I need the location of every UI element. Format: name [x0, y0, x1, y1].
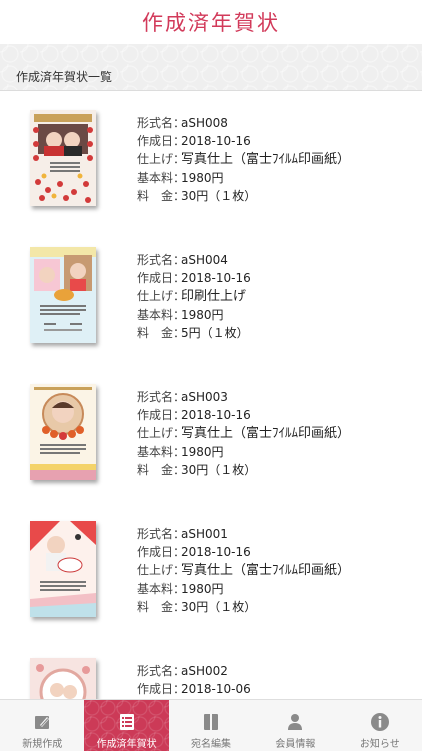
- card-thumbnail[interactable]: [30, 658, 96, 699]
- list-icon: [119, 714, 134, 730]
- date-label: 作成日：: [137, 545, 186, 559]
- finish-label: 仕上げ：: [137, 289, 186, 303]
- base-fee-label: 基本料：: [137, 582, 186, 596]
- base-fee-value: 1980円: [181, 582, 224, 596]
- card-thumbnail[interactable]: [30, 110, 96, 206]
- date-value: 2018-10-16: [181, 271, 251, 285]
- format-label: 形式名：: [137, 527, 186, 541]
- finish-label: 仕上げ：: [137, 152, 186, 166]
- card-info: 形式名：aSH001 作成日：2018-10-16 仕上げ：写真仕上（富士ﾌｲﾙ…: [137, 525, 350, 616]
- fee-value: 30円（１枚）: [181, 600, 257, 614]
- fee-label: 料 金：: [137, 600, 186, 614]
- format-value: aSH002: [181, 664, 228, 678]
- info-icon: [370, 713, 389, 731]
- date-label: 作成日：: [137, 408, 186, 422]
- tab-member-info[interactable]: 会員情報: [253, 700, 337, 751]
- fee-label: 料 金：: [137, 189, 186, 203]
- finish-label: 仕上げ：: [137, 426, 186, 440]
- date-value: 2018-10-16: [181, 545, 251, 559]
- page-title: 作成済年賀状: [142, 11, 280, 35]
- finish-label: 仕上げ：: [137, 563, 186, 577]
- finish-value: 写真仕上（富士ﾌｲﾙﾑ印画紙）: [181, 426, 351, 441]
- section-title: 作成済年賀状一覧: [16, 70, 113, 84]
- tab-label: 作成済年賀状: [96, 739, 157, 750]
- date-label: 作成日：: [137, 271, 186, 285]
- card-thumbnail[interactable]: [30, 521, 96, 617]
- tab-address-edit[interactable]: 宛名編集: [169, 700, 253, 751]
- pencil-icon: [35, 716, 50, 729]
- fee-label: 料 金：: [137, 326, 186, 340]
- format-label: 形式名：: [137, 116, 186, 130]
- card-list[interactable]: 形式名：aSH008 作成日：2018-10-16 仕上げ：写真仕上（富士ﾌｲﾙ…: [0, 91, 422, 699]
- person-icon: [288, 714, 303, 730]
- finish-value: 印刷仕上げ: [181, 289, 247, 304]
- section-header: 作成済年賀状一覧: [0, 44, 422, 91]
- base-fee-label: 基本料：: [137, 445, 186, 459]
- format-value: aSH008: [181, 116, 228, 130]
- date-value: 2018-10-16: [181, 134, 251, 148]
- base-fee-label: 基本料：: [137, 171, 186, 185]
- tab-label: 宛名編集: [191, 739, 232, 750]
- fee-value: 30円（１枚）: [181, 189, 257, 203]
- list-item[interactable]: 形式名：aSH004 作成日：2018-10-16 仕上げ：印刷仕上げ 基本料：…: [0, 228, 422, 366]
- fee-label: 料 金：: [137, 463, 186, 477]
- date-label: 作成日：: [137, 134, 186, 148]
- format-label: 形式名：: [137, 390, 186, 404]
- base-fee-value: 1980円: [181, 445, 224, 459]
- card-info: 形式名：aSH008 作成日：2018-10-16 仕上げ：写真仕上（富士ﾌｲﾙ…: [137, 114, 350, 205]
- fee-value: 5円（１枚）: [181, 326, 249, 340]
- date-value: 2018-10-16: [181, 408, 251, 422]
- card-info: 形式名：aSH004 作成日：2018-10-16 仕上げ：印刷仕上げ 基本料：…: [137, 251, 251, 342]
- format-label: 形式名：: [137, 664, 186, 678]
- format-value: aSH004: [181, 253, 228, 267]
- address-book-icon: [204, 714, 219, 730]
- tab-label: お知らせ: [359, 739, 400, 750]
- list-item[interactable]: 形式名：aSH002 作成日：2018-10-06: [0, 639, 422, 699]
- base-fee-value: 1980円: [181, 171, 224, 185]
- finish-value: 写真仕上（富士ﾌｲﾙﾑ印画紙）: [181, 152, 351, 167]
- fee-value: 30円（１枚）: [181, 463, 257, 477]
- list-item[interactable]: 形式名：aSH001 作成日：2018-10-16 仕上げ：写真仕上（富士ﾌｲﾙ…: [0, 502, 422, 640]
- finish-value: 写真仕上（富士ﾌｲﾙﾑ印画紙）: [181, 563, 351, 578]
- format-value: aSH001: [181, 527, 228, 541]
- card-thumbnail[interactable]: [30, 247, 96, 343]
- tab-label: 会員情報: [275, 739, 316, 750]
- tab-created-cards[interactable]: 作成済年賀状: [84, 700, 169, 751]
- app-header: 作成済年賀状: [0, 0, 422, 44]
- list-item[interactable]: 形式名：aSH003 作成日：2018-10-16 仕上げ：写真仕上（富士ﾌｲﾙ…: [0, 365, 422, 503]
- base-fee-label: 基本料：: [137, 308, 186, 322]
- format-value: aSH003: [181, 390, 228, 404]
- tab-label: 新規作成: [22, 739, 63, 750]
- format-label: 形式名：: [137, 253, 186, 267]
- base-fee-value: 1980円: [181, 308, 224, 322]
- list-item[interactable]: 形式名：aSH008 作成日：2018-10-16 仕上げ：写真仕上（富士ﾌｲﾙ…: [0, 91, 422, 229]
- date-label: 作成日：: [137, 682, 186, 696]
- card-info: 形式名：aSH003 作成日：2018-10-16 仕上げ：写真仕上（富士ﾌｲﾙ…: [137, 388, 350, 479]
- date-value: 2018-10-06: [181, 682, 251, 696]
- card-thumbnail[interactable]: [30, 384, 96, 480]
- card-info: 形式名：aSH002 作成日：2018-10-06: [137, 662, 251, 698]
- tab-news[interactable]: お知らせ: [338, 700, 422, 751]
- tab-bar: 新規作成 作成済年賀状 宛名編集 会員情報 お知らせ: [0, 699, 422, 751]
- tab-new[interactable]: 新規作成: [0, 700, 84, 751]
